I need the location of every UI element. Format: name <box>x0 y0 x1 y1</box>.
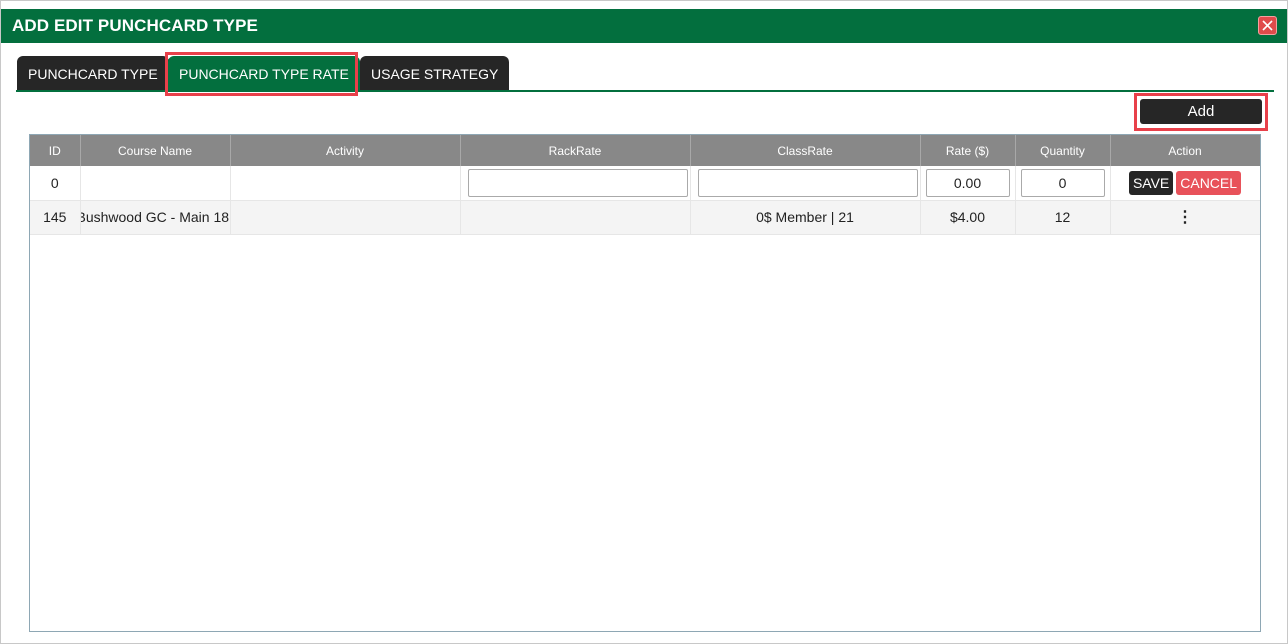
edit-row-actions: SAVE CANCEL <box>1110 166 1260 201</box>
row-actions: ⋮ <box>1110 200 1260 235</box>
edit-row-rack-rate-cell <box>460 166 691 201</box>
edit-row-id: 0 <box>30 166 81 201</box>
column-header-quantity[interactable]: Quantity <box>1015 135 1111 166</box>
tab-punchcard-type-rate[interactable]: PUNCHCARD TYPE RATE <box>168 56 360 90</box>
tab-punchcard-type[interactable]: PUNCHCARD TYPE <box>17 56 169 90</box>
save-button[interactable]: SAVE <box>1128 170 1174 195</box>
rack-rate-input[interactable] <box>468 168 688 197</box>
add-button[interactable]: Add <box>1140 99 1262 124</box>
edit-row: 0 SAVECANCEL <box>30 166 1260 201</box>
edit-row-course-name[interactable] <box>80 166 231 201</box>
row-activity <box>230 200 461 235</box>
rate-input[interactable] <box>925 168 1010 197</box>
class-rate-input[interactable] <box>698 168 918 197</box>
quantity-input[interactable] <box>1020 168 1105 197</box>
close-icon[interactable] <box>1258 16 1277 35</box>
title-bar: ADD EDIT PUNCHCARD TYPE <box>1 9 1287 43</box>
column-header-class-rate[interactable]: ClassRate <box>690 135 921 166</box>
cancel-button[interactable]: CANCEL <box>1176 170 1242 195</box>
dialog-title: ADD EDIT PUNCHCARD TYPE <box>12 16 258 35</box>
column-header-course-name[interactable]: Course Name <box>80 135 231 166</box>
edit-row-activity[interactable] <box>230 166 461 201</box>
row-rate: $4.00 <box>920 200 1016 235</box>
tab-underline <box>16 90 1274 92</box>
rates-grid: ID Course Name Activity RackRate ClassRa… <box>29 134 1261 632</box>
tab-usage-strategy[interactable]: USAGE STRATEGY <box>360 56 510 90</box>
table-header-row: ID Course Name Activity RackRate ClassRa… <box>30 135 1260 166</box>
row-course-name: Bushwood GC - Main 18 <box>80 200 231 235</box>
punchcard-type-dialog: ADD EDIT PUNCHCARD TYPE PUNCHCARD TYPE P… <box>0 0 1288 644</box>
column-header-action: Action <box>1110 135 1260 166</box>
row-class-rate: 0$ Member | 21 <box>690 200 921 235</box>
column-header-rack-rate[interactable]: RackRate <box>460 135 691 166</box>
column-header-id[interactable]: ID <box>30 135 81 166</box>
more-vertical-icon[interactable]: ⋮ <box>1177 209 1193 226</box>
row-id: 145 <box>30 200 81 235</box>
edit-row-class-rate-cell <box>690 166 921 201</box>
column-header-activity[interactable]: Activity <box>230 135 461 166</box>
column-header-rate[interactable]: Rate ($) <box>920 135 1016 166</box>
table-row[interactable]: 145 Bushwood GC - Main 18 0$ Member | 21… <box>30 200 1260 235</box>
row-quantity: 12 <box>1015 200 1111 235</box>
rates-table: ID Course Name Activity RackRate ClassRa… <box>30 135 1260 235</box>
edit-row-rate-cell <box>920 166 1016 201</box>
row-rack-rate <box>460 200 691 235</box>
edit-row-quantity-cell <box>1015 166 1111 201</box>
